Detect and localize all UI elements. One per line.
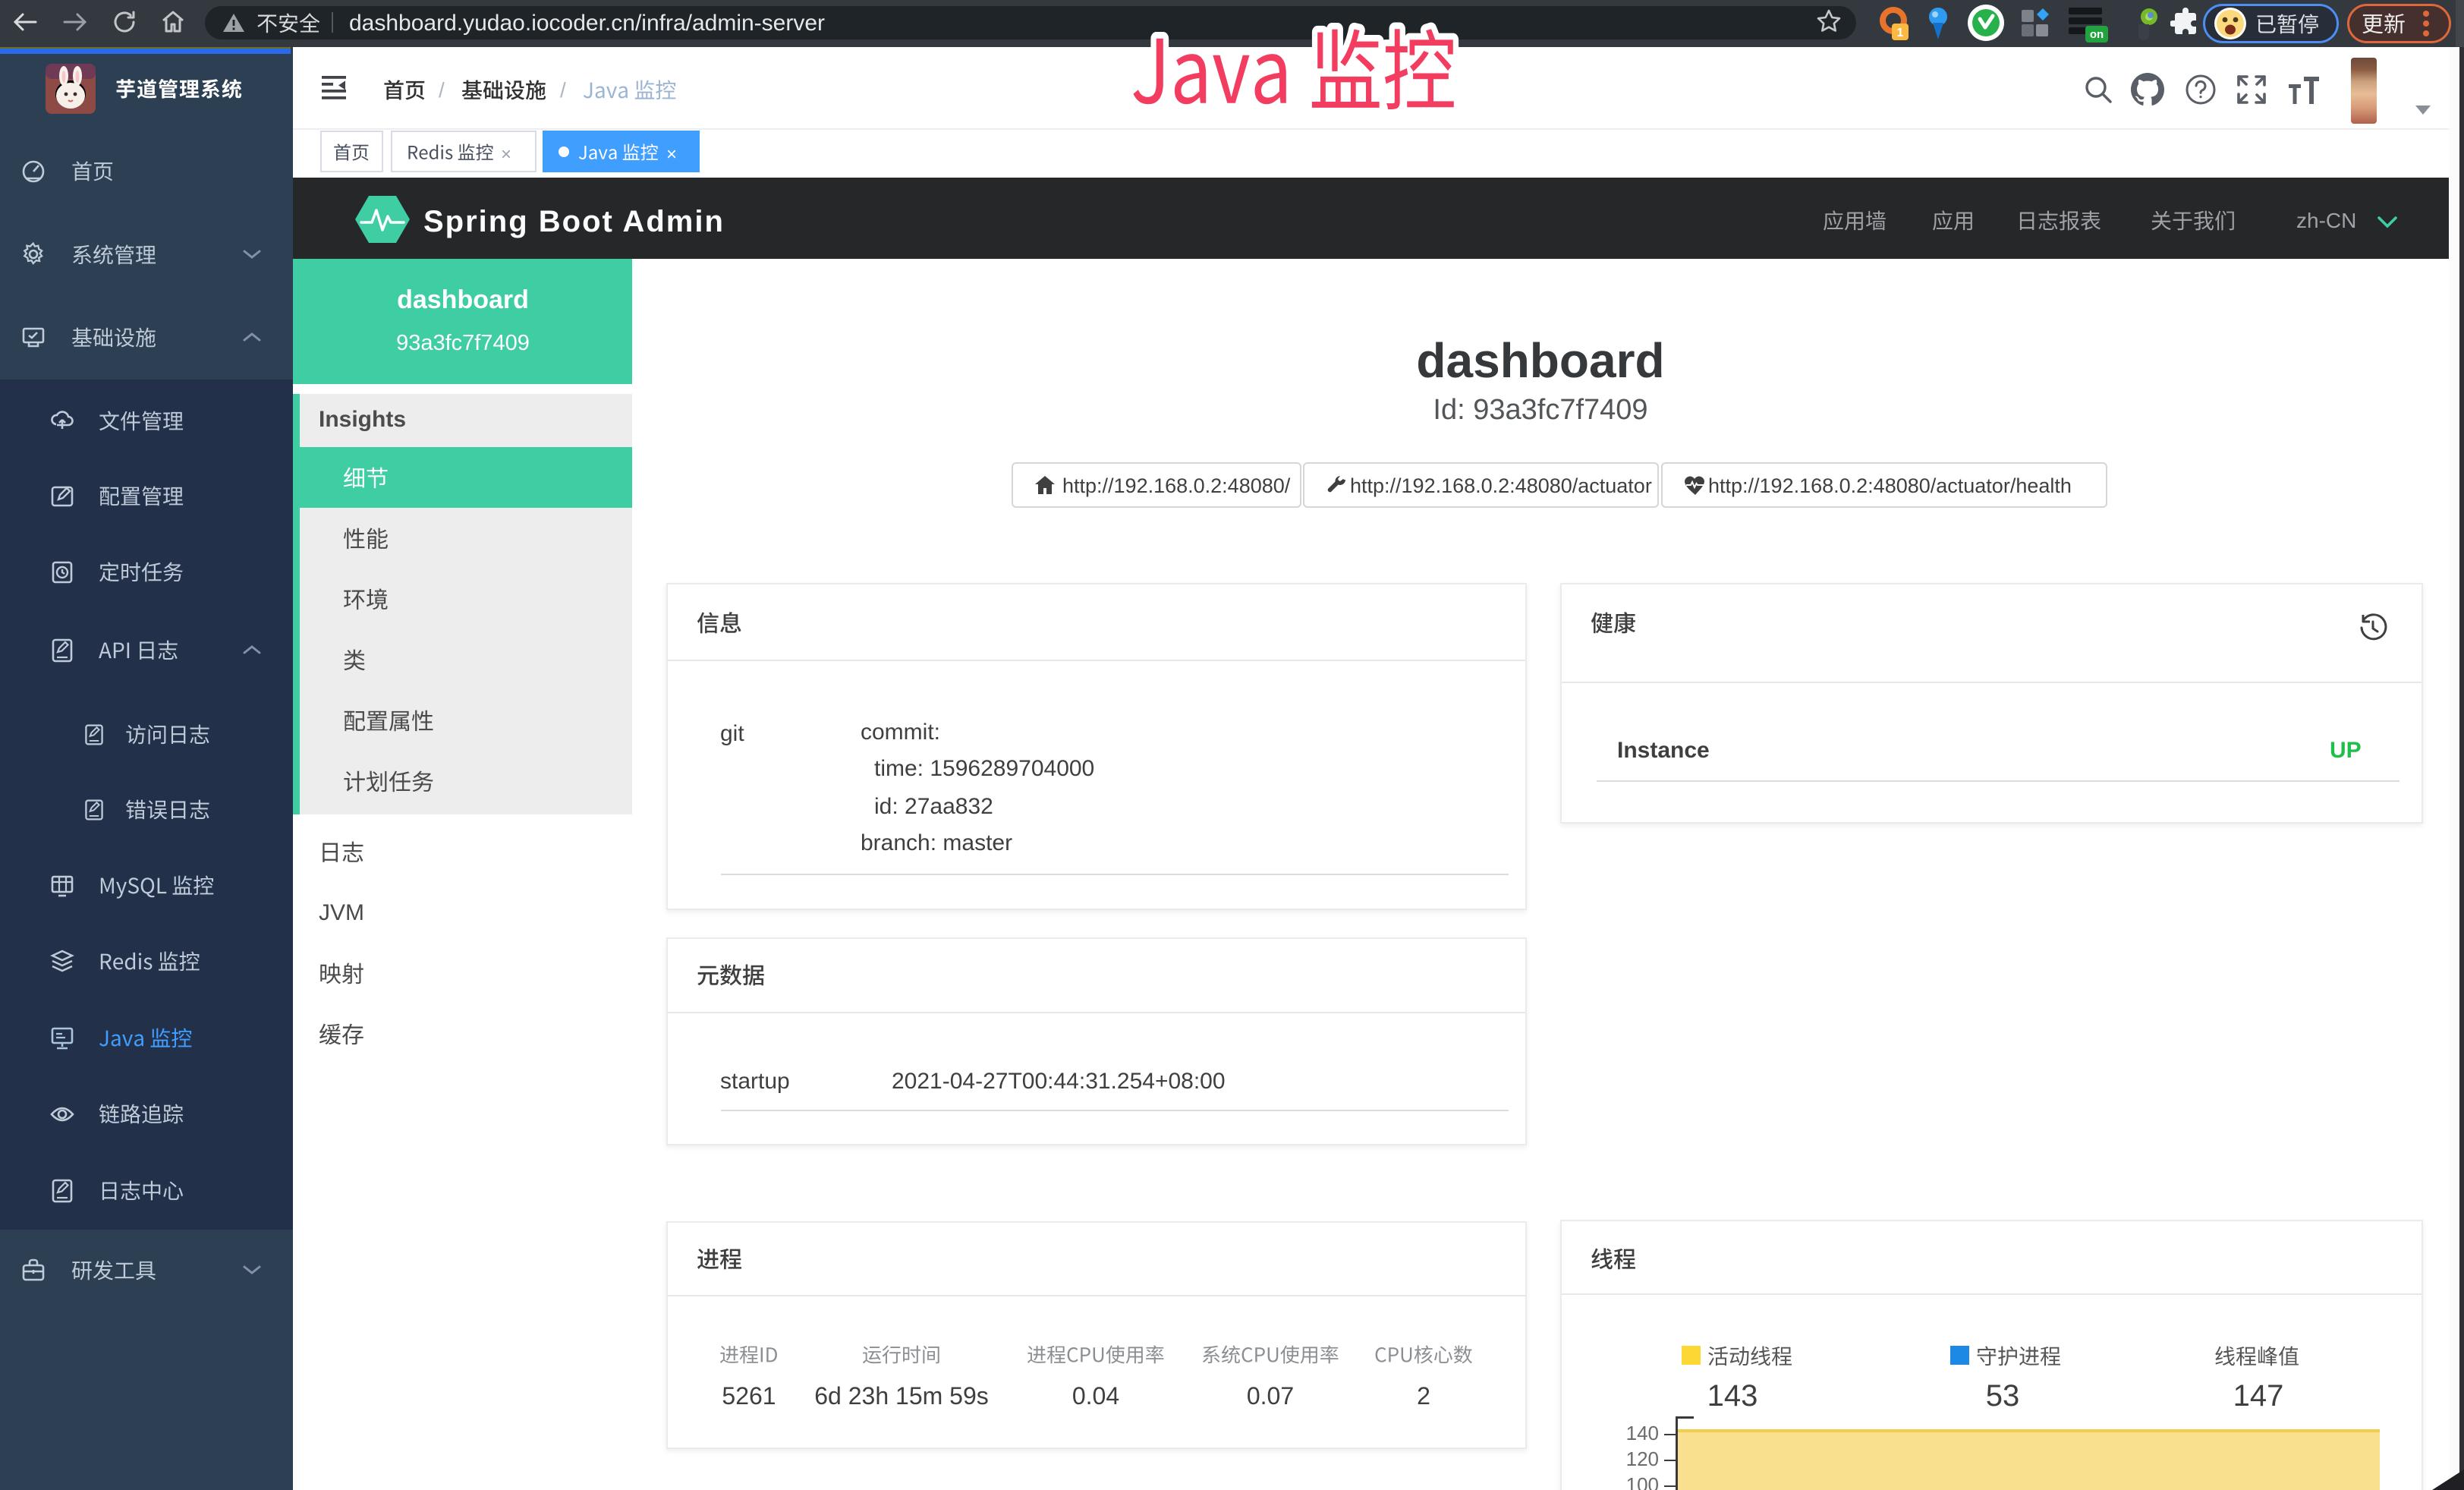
svg-text:on: on [2090,28,2104,41]
svg-text:1: 1 [1897,27,1904,39]
